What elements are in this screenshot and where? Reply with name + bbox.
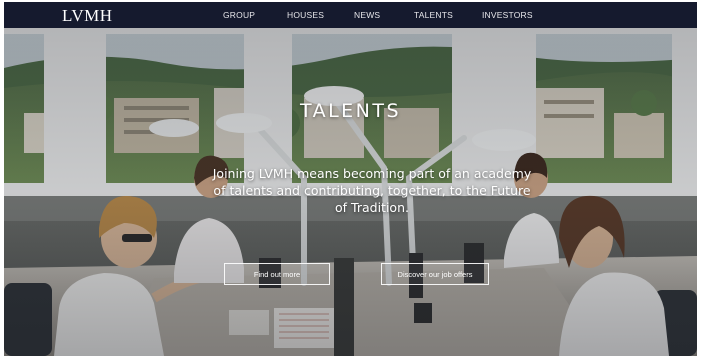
hero-description: Joining LVMH means becoming part of an a… bbox=[212, 166, 532, 215]
nav-link-talents[interactable]: TALENTS bbox=[414, 10, 453, 20]
nav-link-houses[interactable]: HOUSES bbox=[287, 10, 324, 20]
hero-banner: TALENTS Joining LVMH means becoming part… bbox=[4, 28, 697, 356]
nav-link-news[interactable]: NEWS bbox=[354, 10, 380, 20]
page: LVMH GROUP HOUSES NEWS TALENTS INVESTORS bbox=[0, 0, 701, 356]
nav-link-group[interactable]: GROUP bbox=[223, 10, 255, 20]
discover-job-offers-button[interactable]: Discover our job offers bbox=[381, 263, 489, 285]
hero-title: TALENTS bbox=[299, 100, 402, 122]
top-navigation-bar: LVMH GROUP HOUSES NEWS TALENTS INVESTORS bbox=[4, 2, 697, 28]
main-nav: GROUP HOUSES NEWS TALENTS INVESTORS bbox=[4, 2, 697, 28]
nav-link-investors[interactable]: INVESTORS bbox=[482, 10, 533, 20]
find-out-more-button[interactable]: Find out more bbox=[224, 263, 330, 285]
